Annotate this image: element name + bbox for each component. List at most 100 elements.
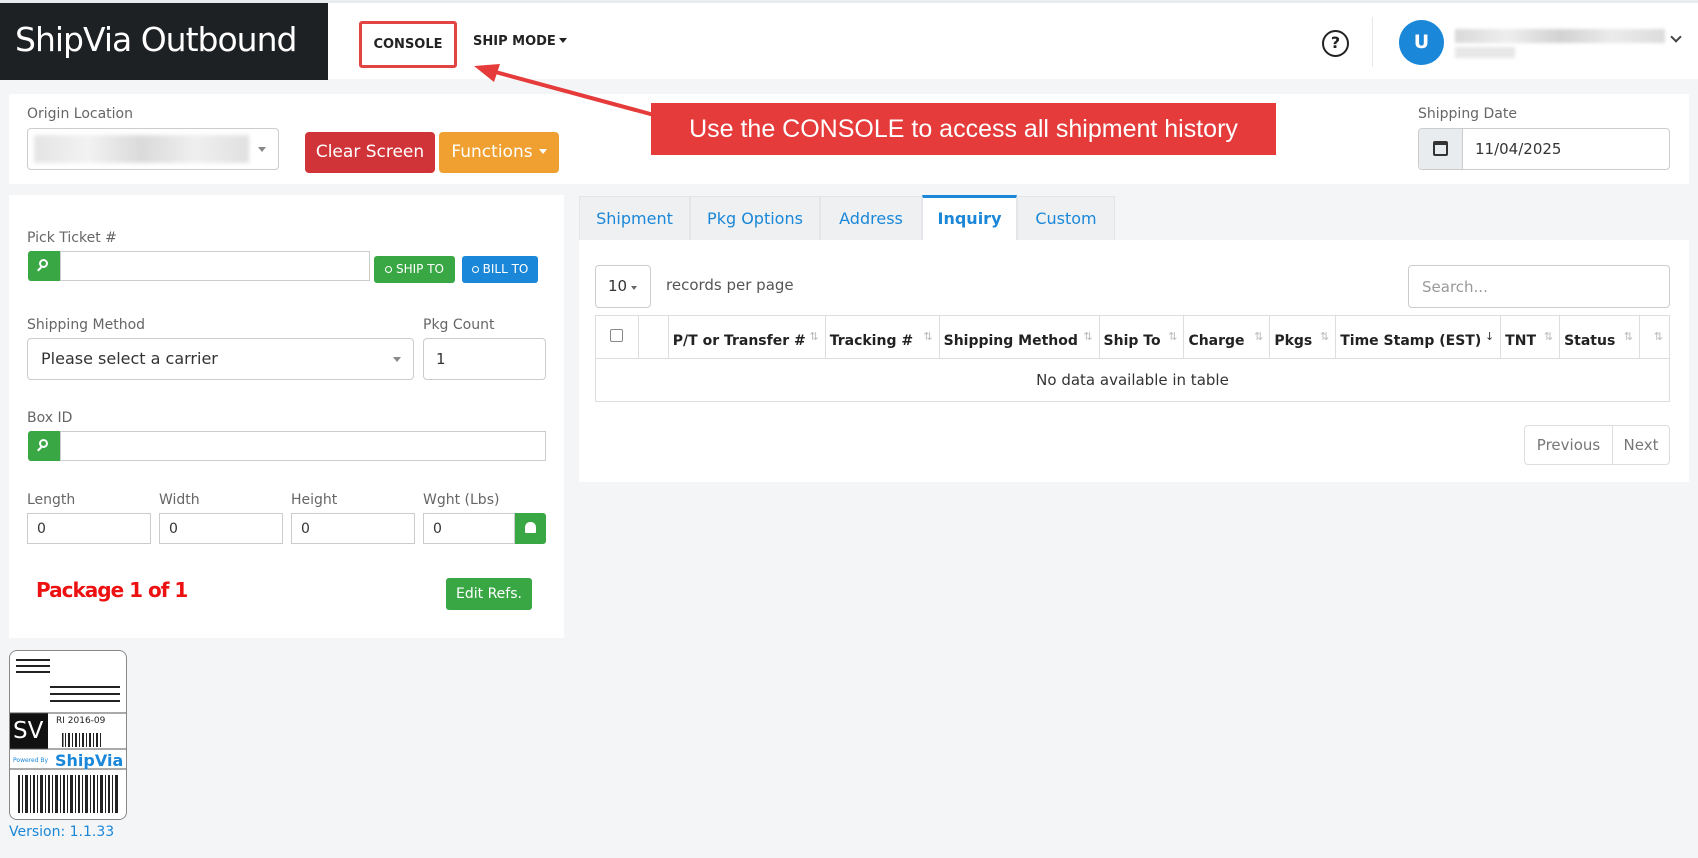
sort-icon: ⇅: [1623, 330, 1633, 343]
height-label: Height: [291, 492, 338, 508]
select-all-checkbox[interactable]: [610, 328, 624, 342]
sort-icon: ⇅: [1254, 330, 1264, 343]
sort-icon: ⇅: [923, 330, 933, 343]
ship-mode-label: SHIP MODE: [473, 34, 556, 49]
weigh-button[interactable]: [515, 513, 546, 544]
functions-dropdown-button[interactable]: Functions: [439, 132, 559, 173]
caret-down-icon: [393, 357, 401, 362]
width-label: Width: [159, 492, 200, 508]
pick-ticket-label: Pick Ticket #: [27, 230, 117, 246]
pick-ticket-input[interactable]: [60, 251, 370, 281]
col-pkgs[interactable]: Pkgs ⇅: [1269, 315, 1337, 359]
next-page-button[interactable]: Next: [1613, 426, 1669, 464]
user-avatar[interactable]: U: [1399, 20, 1444, 65]
bill-to-label: BILL TO: [482, 262, 529, 276]
chevron-down-icon[interactable]: [1670, 31, 1682, 43]
caret-down-icon: [558, 38, 567, 43]
console-nav-link[interactable]: CONSOLE: [359, 21, 457, 68]
col-time-stamp[interactable]: Time Stamp (EST) ↓: [1335, 315, 1502, 359]
height-input[interactable]: 0: [291, 513, 415, 544]
box-id-label: Box ID: [27, 410, 73, 426]
shipvia-label-logo: SV RI 2016-09 Powered By ShipVia: [9, 650, 127, 820]
pkg-count-input[interactable]: 1: [423, 338, 546, 380]
col-shipping-method-label: Shipping Method: [943, 333, 1078, 349]
clear-screen-button[interactable]: Clear Screen: [305, 132, 435, 173]
col-tracking-label: Tracking #: [829, 333, 914, 349]
page-length-select[interactable]: 10: [595, 265, 651, 308]
table-search-input[interactable]: Search...: [1408, 265, 1670, 308]
empty-table-message: No data available in table: [595, 358, 1670, 402]
origin-location-label: Origin Location: [27, 106, 133, 122]
callout-arrow-icon: [474, 64, 655, 117]
bill-to-button[interactable]: BILL TO: [462, 256, 538, 283]
page-length-value: 10: [608, 277, 628, 295]
col-shipping-method[interactable]: Shipping Method ⇅: [938, 315, 1100, 359]
col-tracking[interactable]: Tracking # ⇅: [824, 315, 940, 359]
user-name-redacted: [1455, 29, 1665, 43]
table-row: No data available in table: [595, 358, 1670, 402]
shipping-method-value: Please select a carrier: [41, 349, 218, 368]
ship-to-button[interactable]: SHIP TO: [374, 256, 455, 283]
logo-code-text: RI 2016-09: [56, 716, 106, 726]
shipping-method-select[interactable]: Please select a carrier: [27, 338, 414, 380]
version-text: Version: 1.1.33: [9, 824, 115, 840]
shipping-date-picker[interactable]: 11/04/2025: [1418, 128, 1670, 170]
col-ship-to-label: Ship To: [1103, 333, 1161, 349]
search-icon: [39, 439, 48, 448]
tab-custom[interactable]: Custom: [1017, 196, 1115, 240]
scale-icon: [525, 522, 536, 533]
box-id-input[interactable]: [60, 431, 546, 461]
pick-ticket-search-button[interactable]: [28, 251, 60, 281]
shipments-table: P/T or Transfer # ⇅ Tracking # ⇅ Shipping …: [595, 315, 1671, 402]
tab-shipment[interactable]: Shipment: [579, 196, 690, 240]
col-ship-to[interactable]: Ship To ⇅: [1098, 315, 1185, 359]
col-pt-transfer[interactable]: P/T or Transfer # ⇅: [667, 315, 826, 359]
console-callout: Use the CONSOLE to access all shipment h…: [651, 103, 1276, 155]
edit-refs-button[interactable]: Edit Refs.: [446, 578, 532, 610]
search-icon: [471, 266, 479, 273]
weight-input[interactable]: 0: [423, 513, 515, 544]
sort-desc-icon: ↓: [1484, 330, 1495, 343]
col-extra[interactable]: ⇅: [1638, 315, 1671, 359]
col-status-label: Status: [1564, 333, 1616, 349]
logo-sv-text: SV: [13, 718, 44, 744]
caret-down-icon: [258, 147, 266, 152]
user-subtitle-redacted: [1455, 47, 1515, 58]
sort-icon: ⇅: [1083, 330, 1093, 343]
tab-inquiry[interactable]: Inquiry: [922, 195, 1017, 241]
sort-icon: ⇅: [1543, 330, 1554, 343]
col-tnt[interactable]: TNT ⇅: [1500, 315, 1561, 359]
top-navbar: ShipVia Outbound CONSOLE SHIP MODE ? U: [0, 0, 1698, 80]
col-pt-transfer-label: P/T or Transfer #: [672, 333, 806, 349]
help-icon[interactable]: ?: [1322, 30, 1349, 57]
nav-divider: [1372, 17, 1373, 67]
tab-address[interactable]: Address: [820, 196, 922, 240]
origin-location-select[interactable]: [27, 128, 279, 170]
col-status[interactable]: Status ⇅: [1559, 315, 1640, 359]
calendar-button[interactable]: [1419, 129, 1463, 169]
logo-brand-text: ShipVia: [55, 751, 124, 770]
calendar-icon: [1433, 141, 1448, 156]
col-charge[interactable]: Charge ⇅: [1183, 315, 1271, 359]
shipping-date-input[interactable]: 11/04/2025: [1475, 140, 1561, 158]
app-title[interactable]: ShipVia Outbound: [0, 3, 328, 80]
caret-down-icon: [631, 286, 637, 290]
shipping-date-label: Shipping Date: [1418, 106, 1517, 122]
select-all-header: [595, 315, 639, 359]
table-header-row: P/T or Transfer # ⇅ Tracking # ⇅ Shipping …: [595, 315, 1671, 359]
width-input[interactable]: 0: [159, 513, 283, 544]
previous-page-button[interactable]: Previous: [1525, 426, 1613, 464]
tab-pkg-options[interactable]: Pkg Options: [690, 196, 820, 240]
col-tnt-label: TNT: [1505, 333, 1536, 349]
length-input[interactable]: 0: [27, 513, 151, 544]
blank-header: [637, 315, 669, 359]
package-indicator: Package 1 of 1: [36, 578, 188, 602]
search-icon: [39, 259, 48, 268]
box-id-search-button[interactable]: [28, 431, 60, 461]
col-time-stamp-label: Time Stamp (EST): [1340, 333, 1482, 349]
pagination: Previous Next: [1524, 425, 1670, 465]
origin-value-redacted: [34, 135, 249, 163]
ship-to-label: SHIP TO: [395, 262, 444, 276]
ship-mode-dropdown[interactable]: SHIP MODE: [473, 34, 567, 49]
records-per-page-label: records per page: [666, 276, 794, 294]
